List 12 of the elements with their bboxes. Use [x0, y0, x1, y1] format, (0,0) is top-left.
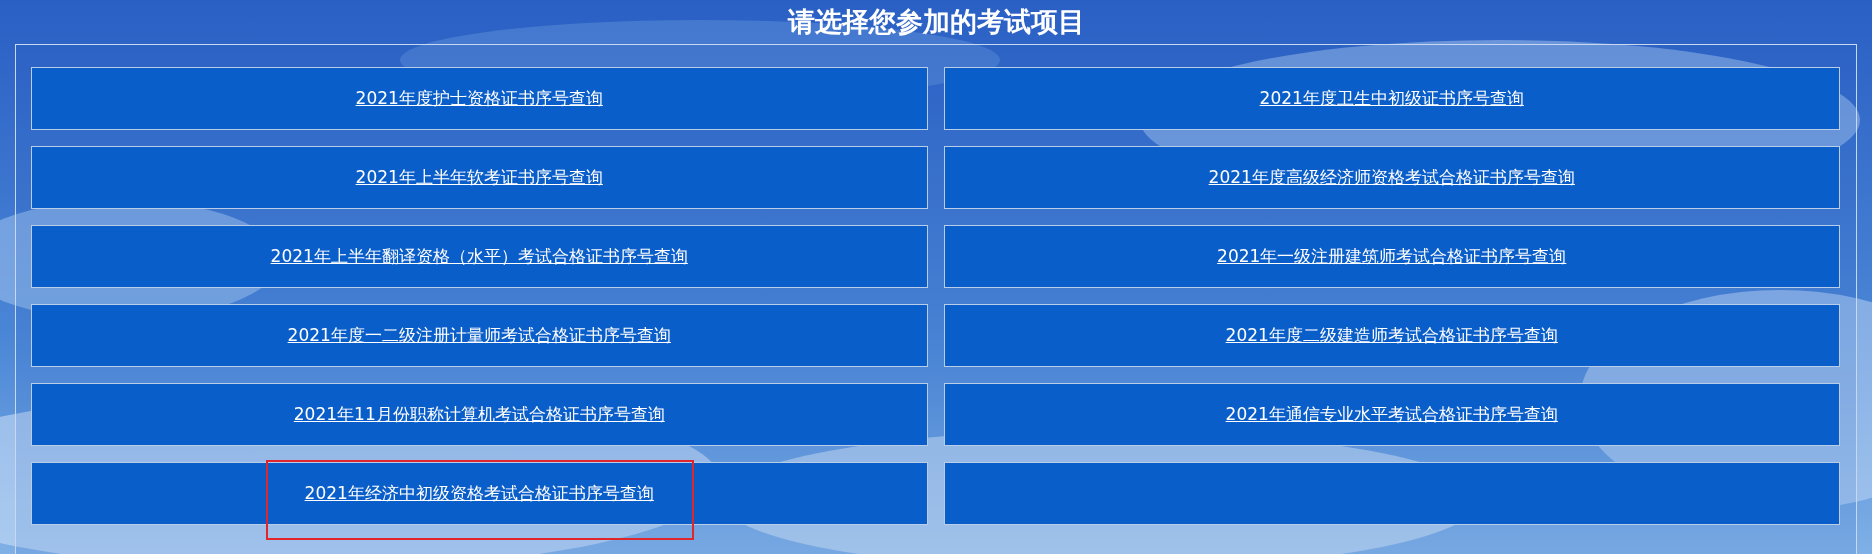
exam-link-button[interactable]: 2021年通信专业水平考试合格证书序号查询	[943, 383, 1840, 446]
exam-link-button[interactable]: 2021年上半年翻译资格（水平）考试合格证书序号查询	[31, 225, 928, 288]
exam-link-button[interactable]: 2021年度高级经济师资格考试合格证书序号查询	[943, 146, 1840, 209]
exam-link-button[interactable]: 2021年上半年软考证书序号查询	[31, 146, 928, 209]
exam-link-button[interactable]: 2021年度一二级注册计量师考试合格证书序号查询	[31, 304, 928, 367]
exam-link-button[interactable]: 2021年一级注册建筑师考试合格证书序号查询	[943, 225, 1840, 288]
exam-link-button[interactable]: 2021年11月份职称计算机考试合格证书序号查询	[31, 383, 928, 446]
exam-link-button[interactable]: 2021年度卫生中初级证书序号查询	[943, 67, 1840, 130]
exam-link-button[interactable]: 2021年度二级建造师考试合格证书序号查询	[943, 304, 1840, 367]
page-title: 请选择您参加的考试项目	[786, 5, 1086, 39]
exam-link-button[interactable]: 2021年经济中初级资格考试合格证书序号查询	[31, 462, 928, 525]
exam-link-button[interactable]: 2021年度护士资格证书序号查询	[31, 67, 928, 130]
